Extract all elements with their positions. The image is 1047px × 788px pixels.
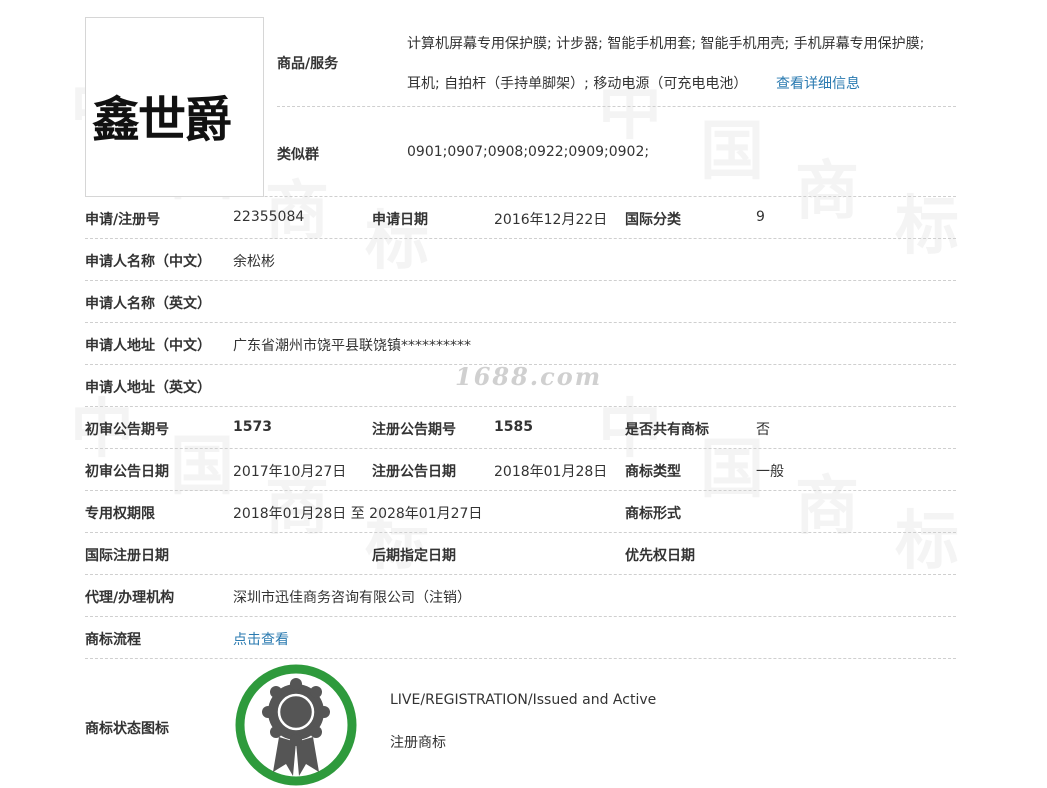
watermark-char: 国 [700, 100, 764, 192]
priority-date-label: 优先权日期 [625, 548, 695, 564]
goods-line-1: 计算机屏幕专用保护膜; 计步器; 智能手机用套; 智能手机用壳; 手机屏幕专用保… [407, 36, 925, 52]
agent-value: 深圳市迅佳商务咨询有限公司（注销） [233, 590, 471, 606]
exclusive-period-value: 2018年01月28日 至 2028年01月27日 [233, 506, 483, 522]
watermark-site: 1688.com [455, 362, 603, 391]
address-cn-value: 广东省潮州市饶平县联饶镇********** [233, 338, 471, 354]
trademark-image: 鑫世爵 [85, 17, 264, 197]
divider [85, 532, 956, 533]
process-label: 商标流程 [85, 632, 141, 648]
prelim-no-value: 1573 [233, 419, 272, 435]
status-text-en: LIVE/REGISTRATION/Issued and Active [390, 692, 657, 708]
agent-label: 代理/办理机构 [85, 590, 175, 606]
divider [85, 322, 956, 323]
tm-type-value: 一般 [756, 464, 784, 480]
status-text-cn: 注册商标 [390, 735, 446, 751]
divider [85, 280, 956, 281]
later-date-label: 后期指定日期 [372, 548, 456, 564]
divider [85, 448, 956, 449]
process-link[interactable]: 点击查看 [233, 629, 289, 649]
watermark-char: 标 [895, 490, 959, 582]
divider [85, 574, 956, 575]
watermark-char: 标 [895, 175, 959, 267]
reg-notice-date-label: 注册公告日期 [372, 464, 456, 480]
divider [85, 658, 956, 659]
watermark-char: 国 [170, 415, 234, 507]
exclusive-period-label: 专用权期限 [85, 506, 155, 522]
divider [85, 406, 956, 407]
reg-notice-no-value: 1585 [494, 419, 533, 435]
shared-label: 是否共有商标 [625, 422, 709, 438]
intl-reg-date-label: 国际注册日期 [85, 548, 169, 564]
reg-notice-no-label: 注册公告期号 [372, 422, 456, 438]
similar-value: 0901;0907;0908;0922;0909;0902; [407, 144, 650, 160]
watermark-char: 标 [365, 190, 429, 282]
trademark-logo-text: 鑫世爵 [92, 92, 232, 148]
goods-label: 商品/服务 [277, 56, 339, 72]
shared-value: 否 [756, 422, 770, 438]
divider [85, 490, 956, 491]
registered-status-icon [235, 664, 357, 786]
watermark-char: 商 [795, 140, 859, 232]
goods-line-2: 耳机; 自拍杆（手持单脚架）; 移动电源（可充电电池） [407, 76, 748, 92]
watermark-char: 商 [795, 455, 859, 547]
divider [277, 106, 956, 107]
prelim-date-value: 2017年10月27日 [233, 464, 347, 480]
tm-type-label: 商标类型 [625, 464, 681, 480]
apply-date-label: 申请日期 [372, 212, 428, 228]
apply-date-value: 2016年12月22日 [494, 212, 608, 228]
divider [85, 238, 956, 239]
reg-no-label: 申请/注册号 [85, 212, 161, 228]
address-en-label: 申请人地址（英文） [85, 380, 211, 396]
similar-label: 类似群 [277, 147, 319, 163]
divider [85, 616, 956, 617]
prelim-date-label: 初审公告日期 [85, 464, 169, 480]
prelim-no-label: 初审公告期号 [85, 422, 169, 438]
applicant-cn-value: 余松彬 [233, 254, 275, 270]
goods-detail-link[interactable]: 查看详细信息 [776, 73, 860, 93]
reg-notice-date-value: 2018年01月28日 [494, 464, 608, 480]
applicant-cn-label: 申请人名称（中文） [85, 254, 211, 270]
intl-class-value: 9 [756, 209, 765, 225]
address-cn-label: 申请人地址（中文） [85, 338, 211, 354]
applicant-en-label: 申请人名称（英文） [85, 296, 211, 312]
status-label: 商标状态图标 [85, 721, 169, 737]
tm-form-label: 商标形式 [625, 506, 681, 522]
intl-class-label: 国际分类 [625, 212, 681, 228]
watermark-char: 国 [700, 418, 764, 510]
reg-no-value: 22355084 [233, 209, 305, 225]
